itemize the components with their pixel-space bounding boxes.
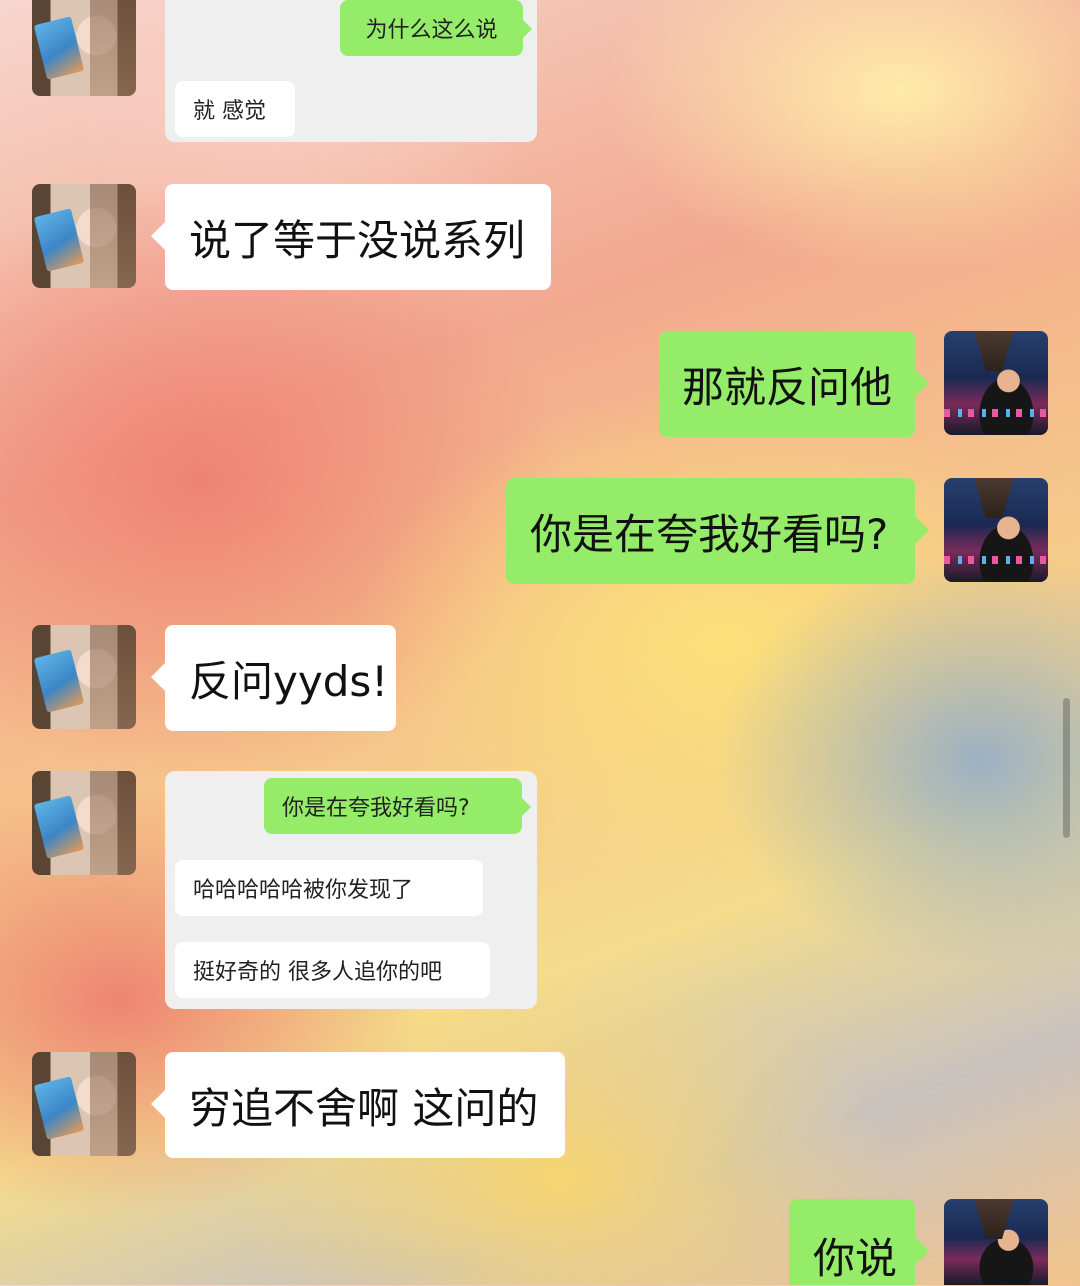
self-avatar[interactable]	[944, 1199, 1048, 1285]
sent-message[interactable]: 你是在夸我好看吗?	[506, 478, 929, 584]
received-message[interactable]: 说了等于没说系列	[151, 184, 551, 290]
contact-avatar[interactable]	[32, 1052, 136, 1156]
sent-message[interactable]: 你说	[789, 1199, 929, 1285]
self-avatar[interactable]	[944, 331, 1048, 435]
self-avatar[interactable]	[944, 478, 1048, 582]
contact-avatar[interactable]	[32, 0, 136, 96]
received-message[interactable]: 反问yyds!	[151, 625, 396, 731]
screenshot-received-bubble: 挺好奇的 很多人追你的吧	[175, 942, 490, 998]
screenshot-received-bubble: 哈哈哈哈哈被你发现了	[175, 860, 483, 916]
received-message[interactable]: 穷追不舍啊 这问的	[151, 1052, 565, 1158]
chat-screenshot-card[interactable]: 你是在夸我好看吗? 哈哈哈哈哈被你发现了 挺好奇的 很多人追你的吧	[165, 771, 537, 1009]
chat-screenshot-card[interactable]: 为什么这么说 就 感觉	[165, 0, 537, 142]
contact-avatar[interactable]	[32, 625, 136, 729]
screenshot-sent-bubble: 你是在夸我好看吗?	[264, 778, 531, 834]
sent-message[interactable]: 那就反问他	[659, 331, 929, 437]
screenshot-received-bubble: 就 感觉	[175, 81, 295, 137]
contact-avatar[interactable]	[32, 184, 136, 288]
screenshot-sent-bubble: 为什么这么说	[340, 0, 532, 56]
scrollbar[interactable]	[1063, 698, 1070, 838]
contact-avatar[interactable]	[32, 771, 136, 875]
